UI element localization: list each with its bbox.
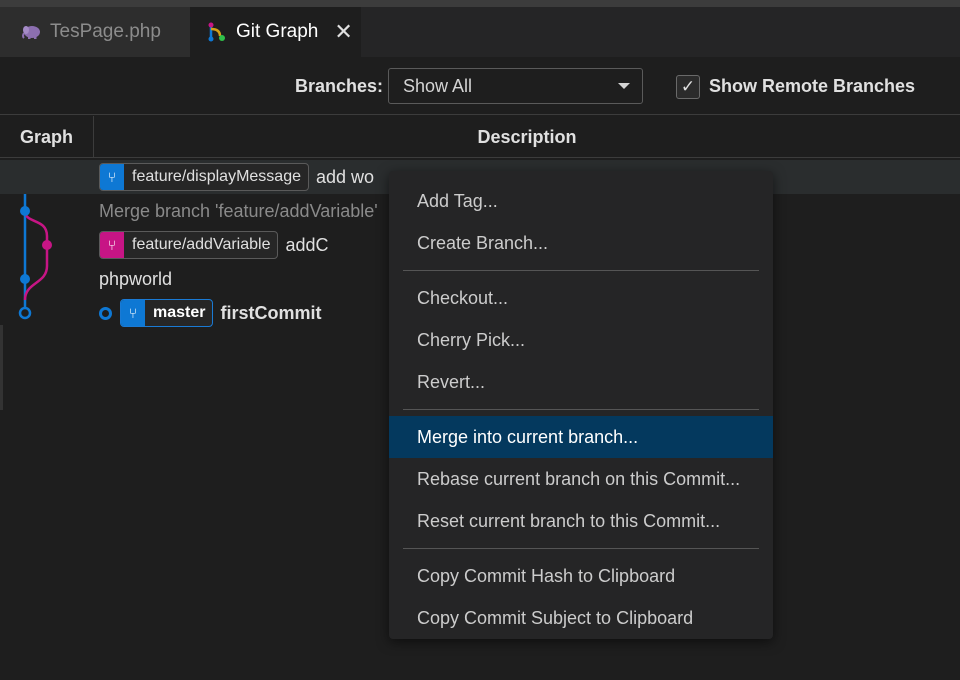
branch-icon: ⑂: [100, 232, 124, 258]
menu-item-rebase[interactable]: Rebase current branch on this Commit...: [389, 458, 773, 500]
tab-label: Git Graph: [236, 21, 319, 42]
head-indicator-icon: [99, 306, 112, 320]
branch-ref[interactable]: ⑂ master: [120, 299, 214, 327]
tab-bar: TesPage.php Git Graph ✕: [0, 7, 960, 57]
menu-item-reset[interactable]: Reset current branch to this Commit...: [389, 500, 773, 542]
show-remote-checkbox[interactable]: ✓: [676, 75, 700, 99]
commit-message: firstCommit: [220, 302, 322, 323]
column-resize-sash[interactable]: [0, 325, 3, 410]
menu-item-merge[interactable]: Merge into current branch...: [389, 416, 773, 458]
chevron-down-icon: [618, 83, 630, 89]
tab-git-graph[interactable]: Git Graph ✕: [190, 7, 361, 57]
menu-item-copy-subject[interactable]: Copy Commit Subject to Clipboard: [389, 597, 773, 639]
title-strip: [0, 0, 960, 7]
menu-separator: [403, 548, 759, 549]
git-graph-window: TesPage.php Git Graph ✕ Branches: Show A…: [0, 0, 960, 680]
commit-description: ⑂ master firstCommit: [99, 296, 322, 330]
branch-ref[interactable]: ⑂ feature/addVariable: [99, 231, 279, 259]
menu-separator: [403, 270, 759, 271]
menu-item-revert[interactable]: Revert...: [389, 361, 773, 403]
elephant-icon: [20, 21, 42, 43]
tab-label: TesPage.php: [50, 21, 161, 42]
checkmark-icon: ✓: [680, 77, 696, 96]
table-header: Graph Description: [0, 116, 960, 158]
branch-icon: ⑂: [100, 164, 124, 190]
branch-icon: ⑂: [121, 300, 145, 326]
column-header-description[interactable]: Description: [94, 116, 960, 158]
branches-dropdown[interactable]: Show All: [388, 68, 643, 104]
commit-description: ⑂ feature/addVariable addC: [99, 228, 329, 262]
commit-description: phpworld: [99, 262, 172, 296]
show-remote-label[interactable]: Show Remote Branches: [709, 76, 915, 97]
menu-item-cherry-pick[interactable]: Cherry Pick...: [389, 319, 773, 361]
branches-label: Branches:: [295, 76, 384, 96]
menu-item-checkout[interactable]: Checkout...: [389, 277, 773, 319]
menu-item-create-branch[interactable]: Create Branch...: [389, 222, 773, 264]
tab-tespage[interactable]: TesPage.php: [0, 7, 190, 57]
branches-dropdown-value: Show All: [403, 75, 473, 96]
commit-message: phpworld: [99, 268, 173, 289]
commit-message: add wo: [315, 166, 375, 187]
branch-ref[interactable]: ⑂ feature/displayMessage: [99, 163, 309, 191]
close-icon[interactable]: ✕: [334, 21, 352, 43]
context-menu: Add Tag... Create Branch... Checkout... …: [389, 171, 773, 639]
commit-description: ⑂ feature/displayMessage add wo: [99, 160, 374, 194]
menu-separator: [403, 409, 759, 410]
commit-message: addC: [285, 234, 329, 255]
git-graph-icon: [206, 21, 228, 43]
commit-message: Merge branch 'feature/addVariable': [99, 200, 378, 221]
controls-bar: Branches: Show All ✓ Show Remote Branche…: [0, 57, 960, 115]
commit-description: Merge branch 'feature/addVariable': [99, 194, 378, 228]
column-header-graph[interactable]: Graph: [0, 116, 94, 158]
menu-item-add-tag[interactable]: Add Tag...: [389, 180, 773, 222]
menu-item-copy-hash[interactable]: Copy Commit Hash to Clipboard: [389, 555, 773, 597]
